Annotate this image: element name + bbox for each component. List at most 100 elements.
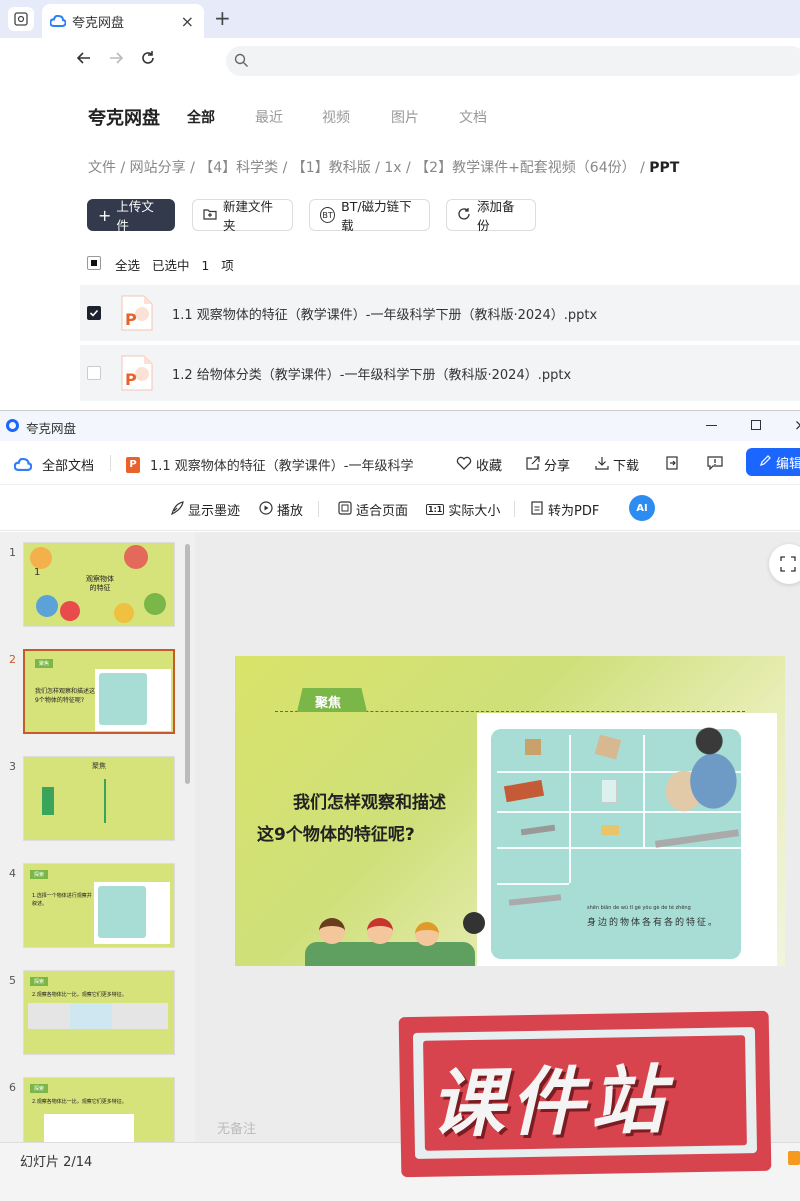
thumb-tag: 聚焦 — [35, 659, 54, 668]
breadcrumb-item[interactable]: 网站分享 — [130, 160, 186, 176]
share-button[interactable]: 分享 — [526, 455, 570, 474]
browser-tab[interactable]: 夸克网盘 × — [42, 4, 204, 38]
quark-logo-icon — [6, 419, 19, 432]
quill-icon — [170, 500, 184, 519]
file-row[interactable]: P 1.2 给物体分类（教学课件）-一年级科学下册（教科版·2024）.pptx — [80, 345, 800, 401]
cardboard — [594, 734, 622, 760]
slide-thumbnail[interactable]: 聚焦 — [23, 756, 175, 841]
maximize-icon[interactable] — [751, 420, 761, 430]
breadcrumb-item[interactable]: 文件 — [88, 160, 116, 176]
tab-images[interactable]: 图片 — [391, 107, 419, 127]
cloud-logo-icon — [13, 457, 33, 471]
file-checkbox-checked[interactable] — [87, 306, 101, 320]
add-backup-button[interactable]: 添加备份 — [446, 199, 536, 233]
pptx-small-icon: P — [126, 456, 140, 473]
back-arrow-icon[interactable] — [76, 50, 92, 71]
viewer-header: 全部文档 P 1.1 观察物体的特征（教学课件）-一年级科学 收藏 分享 下载 … — [0, 441, 800, 485]
tab-recent[interactable]: 最近 — [255, 107, 283, 127]
thumb-tag: 探索 — [30, 870, 49, 879]
ai-assistant-icon[interactable]: AI — [629, 495, 655, 521]
edit-button[interactable]: 编辑 — [746, 448, 800, 476]
minimize-icon[interactable] — [706, 425, 717, 426]
kids-row-illustration — [305, 912, 505, 966]
pptx-file-icon: P — [120, 294, 154, 332]
thumb-diagram — [42, 787, 54, 815]
new-folder-button[interactable]: 新建文件夹 — [192, 199, 293, 233]
breadcrumb-item[interactable]: 【1】教科版 — [292, 160, 371, 176]
tab-close-icon[interactable]: × — [181, 12, 194, 31]
convert-pdf-label: 转为PDF — [548, 504, 600, 519]
thumb-title: 我们怎样观察和描述这9个物体的特征呢? — [35, 688, 96, 704]
actual-size-button[interactable]: 1:1 实际大小 — [426, 500, 500, 519]
favorite-button[interactable]: 收藏 — [456, 455, 502, 474]
favorite-label: 收藏 — [476, 459, 503, 474]
export-icon[interactable] — [665, 456, 679, 474]
report-icon[interactable] — [707, 456, 723, 474]
tab-search-icon[interactable] — [8, 7, 34, 31]
fit-page-button[interactable]: 适合页面 — [338, 500, 408, 519]
document-title: P 1.1 观察物体的特征（教学课件）-一年级科学 — [126, 455, 414, 474]
divider — [110, 455, 111, 471]
download-button[interactable]: 下载 — [595, 455, 639, 474]
cloud-logo-icon — [49, 14, 67, 27]
slide-thumbnail-selected[interactable]: 聚焦 我们怎样观察和描述这9个物体的特征呢? — [23, 649, 175, 734]
bt-download-button[interactable]: BT BT/磁力链下载 — [309, 199, 430, 233]
browser-window: 夸克网盘 × + 夸克网盘 全部 最近 视频 图片 文档 文件 / 网站分享 /… — [0, 0, 800, 410]
child-photo — [663, 721, 747, 821]
breadcrumb-item[interactable]: 【2】教学课件+配套视频（64份） — [415, 160, 635, 176]
slide-question-1: 我们怎样观察和描述 — [293, 793, 446, 813]
share-icon — [526, 455, 540, 474]
refresh-icon — [457, 207, 471, 224]
thumb-title: 聚焦 — [92, 762, 106, 770]
selected-prefix: 已选中 — [151, 258, 190, 273]
slide-pinyin: shēn biān de wù tǐ gè yǒu gè de tè zhēng — [587, 905, 691, 911]
fit-page-label: 适合页面 — [356, 504, 409, 519]
select-all-label[interactable]: 全选 — [115, 258, 140, 273]
plus-icon: + — [98, 205, 112, 225]
slide-question-2: 这9个物体的特征呢? — [257, 825, 415, 845]
breadcrumb-item[interactable]: 1x — [384, 160, 401, 176]
thumbnail-scrollbar[interactable] — [185, 544, 190, 784]
file-name[interactable]: 1.1 观察物体的特征（教学课件）-一年级科学下册（教科版·2024）.pptx — [172, 304, 597, 323]
new-tab-icon[interactable]: + — [214, 6, 231, 30]
viewer-window-title: 夸克网盘 — [26, 421, 77, 436]
thumb-grid — [94, 882, 170, 944]
show-ink-button[interactable]: 显示墨迹 — [170, 500, 240, 519]
watermark-stamp: 课件站 — [398, 1010, 772, 1178]
slideshow-icon[interactable] — [788, 1151, 800, 1165]
upload-button[interactable]: + 上传文件 — [87, 199, 175, 233]
reload-icon[interactable] — [140, 50, 156, 71]
address-bar[interactable] — [226, 46, 800, 76]
all-docs-button[interactable]: 全部文档 — [13, 455, 94, 474]
pdf-float-icon[interactable] — [769, 544, 800, 584]
bt-icon: BT — [320, 207, 336, 223]
convert-pdf-button[interactable]: 转为PDF — [530, 500, 599, 519]
slide-indicator: 幻灯片 2/14 — [20, 1155, 93, 1170]
thumb-grid — [95, 669, 171, 731]
tab-docs[interactable]: 文档 — [459, 107, 487, 127]
slide-thumbnail[interactable]: 探索 2.观察各物体比一比，观察它们更多特征。 — [23, 970, 175, 1055]
actual-size-icon: 1:1 — [426, 504, 445, 515]
breadcrumb-item[interactable]: 【4】科学类 — [199, 160, 278, 176]
play-button[interactable]: 播放 — [259, 500, 303, 519]
thumb-diagram — [104, 779, 154, 823]
tab-all[interactable]: 全部 — [187, 107, 215, 127]
slide-thumbnail[interactable]: 探索 2.观察各物体比一比，观察它们更多特征。 — [23, 1077, 175, 1142]
thumb-title: 2.观察各物体比一比，观察它们更多特征。 — [32, 1099, 127, 1105]
thumb-tag: 探索 — [30, 1084, 49, 1093]
select-all-checkbox[interactable] — [87, 256, 101, 270]
file-name[interactable]: 1.2 给物体分类（教学课件）-一年级科学下册（教科版·2024）.pptx — [172, 364, 571, 383]
no-notes-text: 无备注 — [217, 1122, 257, 1137]
slide-thumbnail[interactable]: 探索 1.选择一个物体进行观察并叙述。 — [23, 863, 175, 948]
file-checkbox[interactable] — [87, 366, 101, 380]
file-row[interactable]: P 1.1 观察物体的特征（教学课件）-一年级科学下册（教科版·2024）.pp… — [80, 285, 800, 341]
divider — [318, 501, 319, 517]
thumb-number: 6 — [9, 1081, 16, 1094]
svg-text:P: P — [125, 310, 137, 329]
selected-count: 1 — [201, 258, 210, 273]
slide-tag-text: 聚焦 — [315, 696, 342, 711]
window-close-icon[interactable]: × — [794, 416, 800, 434]
slide-thumbnail[interactable]: 1 观察物体的特征 — [23, 542, 175, 627]
thumb-mark: 1 — [34, 567, 41, 578]
tab-video[interactable]: 视频 — [322, 107, 350, 127]
